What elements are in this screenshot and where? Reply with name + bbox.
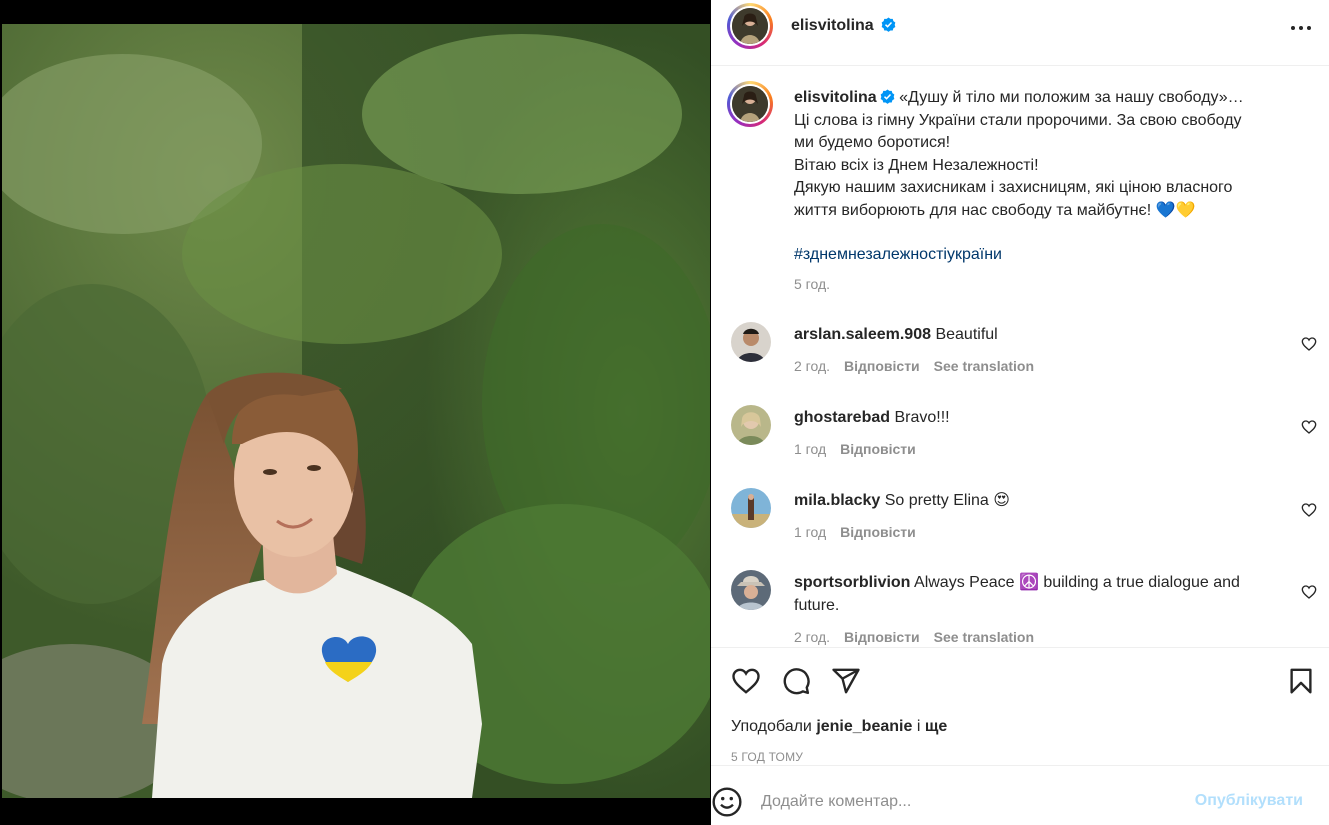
comment-icon[interactable] [781,666,811,696]
reply-button[interactable]: Відповісти [844,629,920,645]
comment-time: 2 год. [794,358,831,374]
commenter-avatar[interactable] [731,570,771,610]
post-comment-button[interactable]: Опублікувати [1195,792,1303,810]
translate-button[interactable]: See translation [934,358,1034,374]
commenter-avatar[interactable] [731,322,771,362]
post-media [0,0,711,825]
verified-icon [881,17,896,32]
reply-button[interactable]: Відповісти [840,441,916,457]
comment-text: So pretty Elina 😍 [884,492,1010,509]
post-panel: elisvitolina elisvitolina «Душу й тіло м… [711,0,1329,825]
likes-prefix: Уподобали [731,718,812,735]
comment-heart-icon[interactable] [1301,419,1317,435]
caption-line: ми будемо боротися! [794,134,951,151]
caption-line: життя виборюють для нас свободу та майбу… [794,201,1196,219]
comment-heart-icon[interactable] [1301,502,1317,518]
commenter-username[interactable]: mila.blacky [794,492,880,509]
caption-username[interactable]: elisvitolina [794,89,877,106]
reply-button[interactable]: Відповісти [840,524,916,540]
post-image [2,24,710,798]
caption-line: Ці слова із гімну України стали пророчим… [794,111,1242,129]
bookmark-icon[interactable] [1286,666,1316,696]
comment-time: 2 год. [794,629,831,645]
author-avatar[interactable] [727,3,773,49]
caption-hashtag[interactable]: #зднемнезалежностіукраїни [794,244,1294,267]
post-caption: elisvitolina «Душу й тіло ми положим за … [794,87,1294,295]
commenter-avatar[interactable] [731,405,771,445]
commenter-avatar[interactable] [731,488,771,528]
comment-heart-icon[interactable] [1301,584,1317,600]
commenter-username[interactable]: ghostarebad [794,409,890,426]
comment-text: Beautiful [935,326,998,343]
comment-heart-icon[interactable] [1301,336,1317,352]
more-icon[interactable] [1289,18,1313,38]
caption-first-line: «Душу й тіло ми положим за нашу свободу»… [899,89,1244,106]
caption-line: Дякую нашим захисникам і захисницям, які… [794,179,1233,196]
caption-time: 5 год. [794,275,831,292]
likes-others[interactable]: ще [925,718,947,735]
author-username[interactable]: elisvitolina [791,17,874,34]
comment-time: 1 год [794,441,827,457]
reply-button[interactable]: Відповісти [844,358,920,374]
emoji-icon[interactable] [711,786,743,818]
comment-time: 1 год [794,524,827,540]
comment-input[interactable] [761,788,1161,816]
translate-button[interactable]: See translation [934,629,1034,645]
commenter-username[interactable]: sportsorblivion [794,574,910,591]
post-actions: Уподобали jenie_beanie і ще 5 ГОД ТОМУ [711,647,1329,765]
commenter-username[interactable]: arslan.saleem.908 [794,326,931,343]
verified-icon [880,89,895,104]
caption-line: Вітаю всіх із Днем Незалежності! [794,156,1039,174]
likes-user[interactable]: jenie_beanie [816,718,912,735]
post-header: elisvitolina [711,0,1329,66]
comments-scroll[interactable]: elisvitolina «Душу й тіло ми положим за … [711,67,1329,647]
comment-text: Bravo!!! [894,409,950,426]
likes-summary: Уподобали jenie_beanie і ще [731,718,947,736]
post-timestamp[interactable]: 5 ГОД ТОМУ [731,750,803,764]
likes-connector: і [916,718,921,735]
heart-icon[interactable] [731,666,761,696]
post-photo[interactable] [2,24,710,798]
comment-composer: Опублікувати [711,765,1329,825]
share-icon[interactable] [831,666,861,696]
caption-avatar[interactable] [727,81,773,127]
